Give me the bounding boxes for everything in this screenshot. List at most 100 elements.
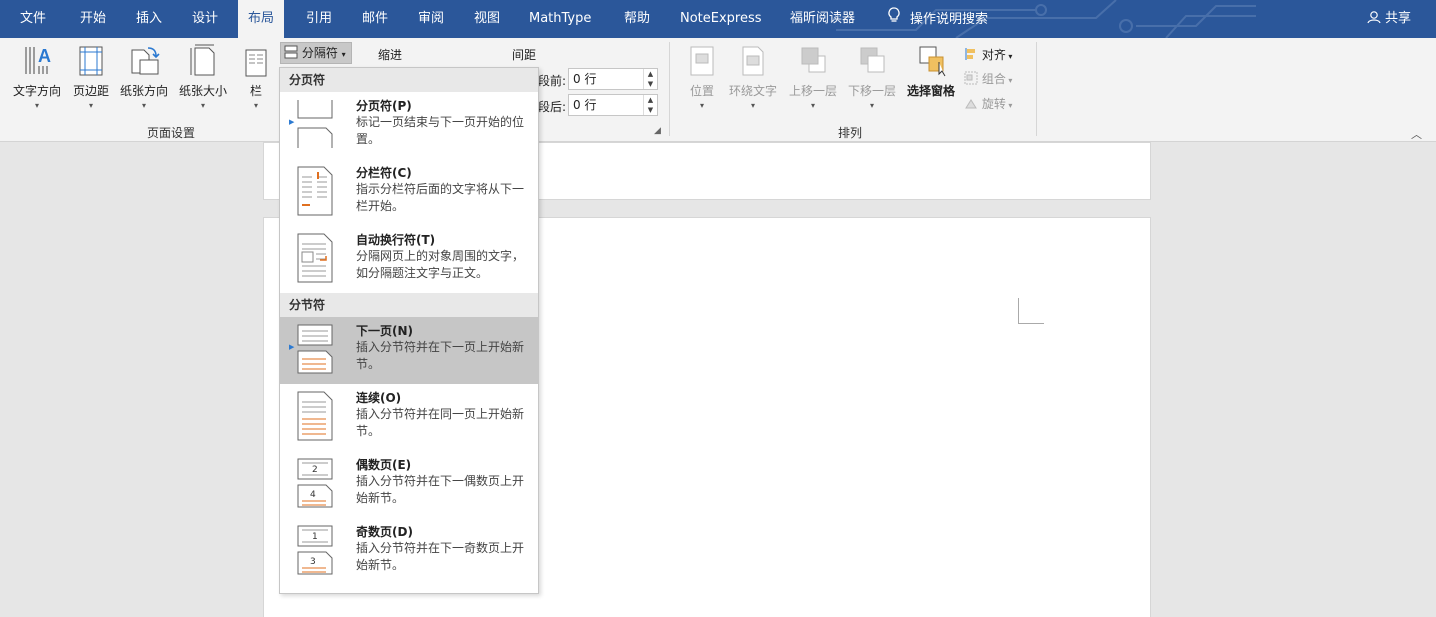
tab-layout[interactable]: 布局 bbox=[238, 0, 285, 38]
group-separator bbox=[1036, 42, 1037, 136]
tab-foxit-reader[interactable]: 福昕阅读器 bbox=[790, 0, 855, 38]
menu-item-description: 分隔网页上的对象周围的文字，如分隔题注文字与正文。 bbox=[356, 249, 525, 280]
tab-view[interactable]: 视图 bbox=[474, 0, 500, 38]
chevron-down-icon: ▾ bbox=[699, 101, 704, 110]
tab-design[interactable]: 设计 bbox=[192, 0, 218, 38]
tab-home[interactable]: 开始 bbox=[80, 0, 106, 38]
menu-item-description: 插入分节符并在下一页上开始新节。 bbox=[356, 340, 525, 371]
person-icon bbox=[1367, 11, 1385, 26]
tab-review[interactable]: 审阅 bbox=[418, 0, 444, 38]
tab-help[interactable]: 帮助 bbox=[624, 0, 650, 38]
size-label: 纸张大小 bbox=[178, 84, 227, 98]
svg-text:A: A bbox=[38, 46, 51, 66]
menu-item-title: 自动换行符(T) bbox=[356, 233, 436, 247]
menu-item-title: 分页符(P) bbox=[356, 99, 412, 113]
tab-mathtype[interactable]: MathType bbox=[529, 0, 591, 38]
group-label: 组合 bbox=[981, 72, 1006, 86]
text-direction-label: 文字方向 bbox=[12, 84, 61, 98]
chevron-down-icon: ▾ bbox=[253, 101, 258, 110]
wrap-text-button[interactable]: 环绕文字 ▾ bbox=[724, 44, 782, 110]
margins-icon bbox=[79, 46, 103, 76]
next-page-icon bbox=[297, 324, 333, 374]
chevron-down-icon: ▾ bbox=[34, 101, 39, 110]
chevron-down-icon: ▾ bbox=[1005, 52, 1013, 61]
chevron-down-icon: ▾ bbox=[200, 101, 205, 110]
page-size-icon bbox=[190, 44, 215, 76]
rotate-label: 旋转 bbox=[981, 97, 1006, 111]
breaks-button[interactable]: 分隔符 ▾ bbox=[280, 42, 352, 64]
group-icon bbox=[964, 71, 978, 86]
margins-button[interactable]: 页边距 ▾ bbox=[68, 44, 114, 110]
position-button[interactable]: 位置 ▾ bbox=[684, 44, 720, 110]
page-break-icon bbox=[297, 100, 333, 148]
tab-references[interactable]: 引用 bbox=[306, 0, 332, 38]
indent-label: 缩进 bbox=[378, 48, 403, 62]
tab-file[interactable]: 文件 bbox=[20, 0, 46, 38]
spacing-after-label: 段后: bbox=[538, 100, 567, 114]
bring-forward-label: 上移一层 bbox=[788, 84, 837, 98]
chevron-down-icon: ▾ bbox=[88, 101, 93, 110]
group-separator bbox=[669, 42, 670, 136]
bring-forward-button[interactable]: 上移一层 ▾ bbox=[784, 44, 842, 110]
menu-item-title: 奇数页(D) bbox=[356, 525, 413, 539]
bring-forward-icon bbox=[801, 47, 826, 73]
svg-text:3: 3 bbox=[310, 557, 316, 567]
menu-item-even-page[interactable]: 2 4 偶数页(E) 插入分节符并在下一偶数页上开始新节。 bbox=[280, 451, 538, 518]
menu-item-next-page[interactable]: ▶ 下一页(N) 插入分节符并在下一页上开始新节。 bbox=[280, 317, 538, 384]
arrange-group-label: 排列 bbox=[838, 126, 863, 140]
menu-item-odd-page[interactable]: 1 3 奇数页(D) 插入分节符并在下一奇数页上开始新节。 bbox=[280, 518, 538, 585]
collapse-ribbon-icon[interactable]: ︿ bbox=[1411, 126, 1422, 142]
spacing-after-value: 0 行 bbox=[573, 98, 597, 112]
spacing-label: 间距 bbox=[512, 48, 537, 62]
odd-page-icon: 1 3 bbox=[297, 525, 333, 575]
svg-text:1: 1 bbox=[312, 532, 318, 542]
chevron-down-icon: ▾ bbox=[1005, 101, 1013, 110]
menu-item-column-break[interactable]: 分栏符(C) 指示分栏符后面的文字将从下一栏开始。 bbox=[280, 159, 538, 226]
orientation-button[interactable]: 纸张方向 ▾ bbox=[116, 44, 172, 110]
spin-arrows-icon[interactable]: ▲ ▼ bbox=[643, 95, 657, 115]
selection-pane-label: 选择窗格 bbox=[906, 84, 955, 98]
menu-item-title: 分栏符(C) bbox=[356, 166, 412, 180]
columns-icon bbox=[245, 49, 267, 77]
group-objects-button[interactable]: 组合 ▾ bbox=[964, 70, 1012, 87]
spacing-before-input[interactable]: 0 行 ▲ ▼ bbox=[568, 68, 658, 90]
menu-item-description: 插入分节符并在同一页上开始新节。 bbox=[356, 407, 525, 438]
menu-item-continuous[interactable]: 连续(O) 插入分节符并在同一页上开始新节。 bbox=[280, 384, 538, 451]
text-direction-button[interactable]: A 文字方向 ▾ bbox=[8, 44, 66, 110]
menu-item-text-wrapping-break[interactable]: 自动换行符(T) 分隔网页上的对象周围的文字，如分隔题注文字与正文。 bbox=[280, 226, 538, 293]
tell-me-search[interactable]: 操作说明搜索 bbox=[888, 0, 988, 38]
margin-corner-mark bbox=[1018, 298, 1044, 324]
rotate-icon bbox=[964, 97, 978, 111]
menu-item-title: 连续(O) bbox=[356, 391, 402, 405]
arrow-marker-icon: ▶ bbox=[289, 343, 295, 351]
spacing-after-input[interactable]: 0 行 ▲ ▼ bbox=[568, 94, 658, 116]
menu-item-description: 指示分栏符后面的文字将从下一栏开始。 bbox=[356, 182, 525, 213]
tab-insert[interactable]: 插入 bbox=[136, 0, 162, 38]
chevron-down-icon: ▾ bbox=[750, 101, 755, 110]
selection-pane-button[interactable]: 选择窗格 bbox=[903, 44, 959, 99]
share-button[interactable]: 共享 bbox=[1367, 0, 1411, 38]
svg-text:4: 4 bbox=[310, 490, 316, 500]
columns-button[interactable]: 栏 ▾ bbox=[243, 44, 269, 110]
size-button[interactable]: 纸张大小 ▾ bbox=[175, 44, 231, 110]
tab-noteexpress[interactable]: NoteExpress bbox=[680, 0, 762, 38]
menu-item-title: 下一页(N) bbox=[356, 324, 414, 338]
chevron-down-icon: ▾ bbox=[1005, 76, 1013, 85]
chevron-down-icon: ▾ bbox=[869, 101, 874, 110]
breaks-dropdown-menu: 分页符 ▶ 分页符(P) 标记一页结束与下一页开始的位置。 分栏符(C) 指示分… bbox=[279, 67, 539, 594]
align-icon bbox=[964, 48, 978, 62]
dialog-launcher-icon[interactable]: ◢ bbox=[654, 126, 661, 136]
spin-arrows-icon[interactable]: ▲ ▼ bbox=[643, 69, 657, 89]
send-backward-icon bbox=[860, 47, 885, 73]
ribbon-tab-bar: 文件 开始 插入 设计 布局 引用 邮件 审阅 视图 MathType 帮助 N… bbox=[0, 0, 1436, 38]
align-button[interactable]: 对齐 ▾ bbox=[964, 46, 1012, 63]
send-backward-button[interactable]: 下移一层 ▾ bbox=[843, 44, 901, 110]
chevron-down-icon: ▾ bbox=[141, 101, 146, 110]
rotate-button[interactable]: 旋转 ▾ bbox=[964, 95, 1012, 112]
text-direction-icon: A bbox=[25, 46, 51, 74]
tab-mailings[interactable]: 邮件 bbox=[362, 0, 388, 38]
align-label: 对齐 bbox=[981, 48, 1006, 62]
menu-item-page-break[interactable]: ▶ 分页符(P) 标记一页结束与下一页开始的位置。 bbox=[280, 92, 538, 159]
menu-item-title: 偶数页(E) bbox=[356, 458, 412, 472]
breaks-icon bbox=[284, 45, 302, 60]
